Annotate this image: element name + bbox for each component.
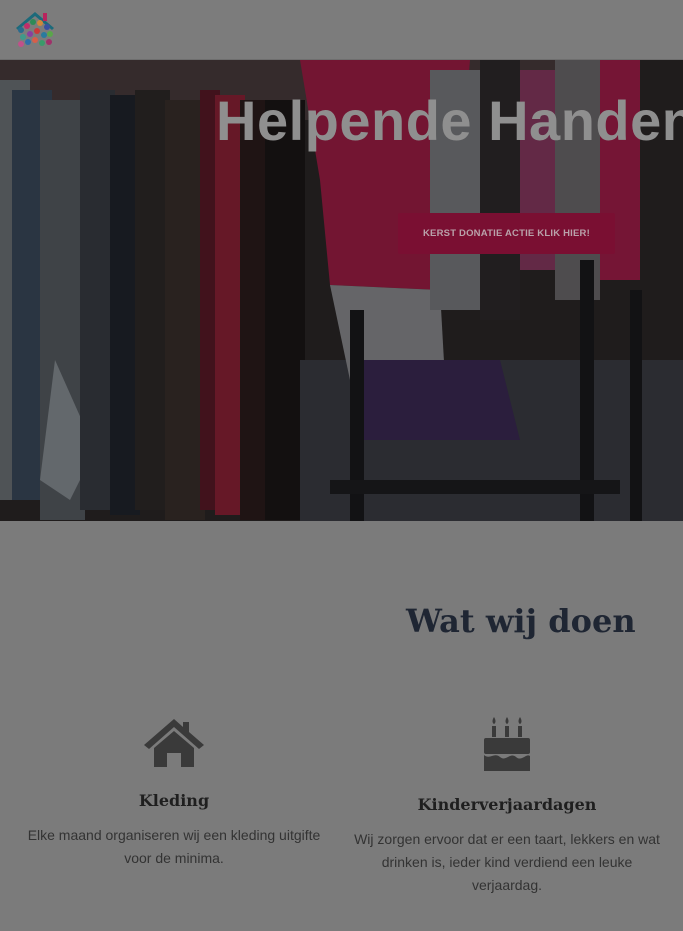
feature-kleding: Kleding Elke maand organiseren wij een k…	[14, 717, 334, 870]
christmas-donation-button[interactable]: KERST DONATIE ACTIE KLIK HIER!	[398, 213, 615, 254]
house-icon	[144, 719, 204, 767]
birthday-cake-icon	[484, 717, 530, 771]
feature-kinderverjaardagen: Kinderverjaardagen Wij zorgen ervoor dat…	[347, 717, 667, 897]
feature-description: Wij zorgen ervoor dat er een taart, lekk…	[354, 831, 660, 893]
feature-title: Kleding	[138, 791, 210, 810]
hero-banner: Helpende Handen KERST DONATIE ACTIE KLIK…	[0, 60, 683, 521]
helpende-handen-logo[interactable]	[12, 8, 58, 50]
feature-description: Elke maand organiseren wij een kleding u…	[27, 827, 321, 866]
site-header	[0, 0, 683, 60]
section-title: Wat wij doen	[406, 602, 636, 640]
feature-title: Kinderverjaardagen	[417, 795, 597, 814]
hero-title: Helpende Handen	[216, 89, 683, 152]
